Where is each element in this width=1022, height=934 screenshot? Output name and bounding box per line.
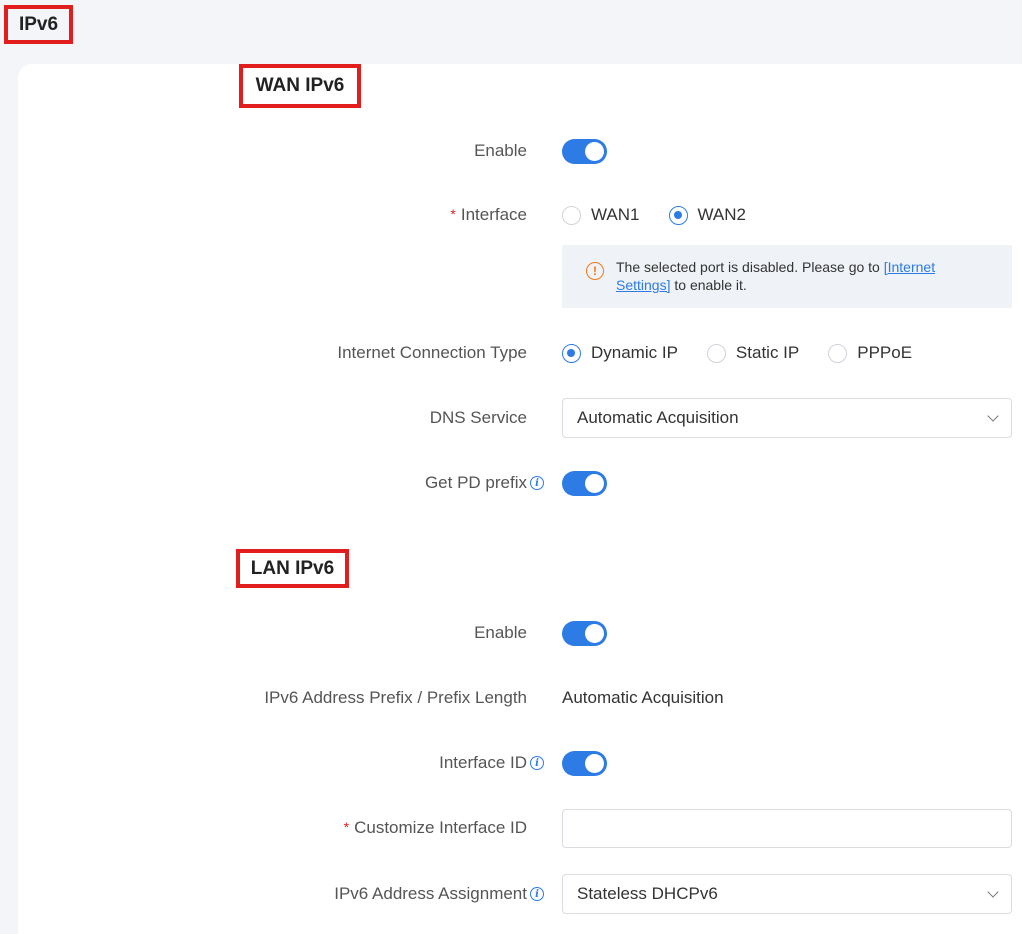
radio-dynamic-ip-circle[interactable] [562, 343, 581, 363]
dns-service-row: DNS Service Automatic Acquisition [0, 398, 1022, 438]
wan-enable-toggle[interactable] [562, 138, 607, 164]
required-mark: * [450, 206, 456, 222]
custom-interface-id-label: * Customize Interface ID [344, 808, 527, 848]
radio-pppoe[interactable]: PPPoE [828, 343, 912, 363]
radio-wan2[interactable]: WAN2 [668, 205, 747, 225]
info-icon[interactable]: i [530, 476, 544, 490]
lan-section-title: LAN IPv6 [236, 549, 349, 588]
custom-interface-id-row: * Customize Interface ID [0, 808, 1022, 848]
radio-static-ip-label: Static IP [735, 343, 800, 362]
lan-enable-row: Enable [0, 613, 1022, 653]
wan-enable-row: Enable [0, 131, 1022, 171]
wan-enable-label: Enable [474, 141, 527, 160]
radio-pppoe-circle[interactable] [828, 343, 848, 363]
radio-wan2-circle[interactable] [668, 205, 688, 225]
pd-prefix-label: Get PD prefix i [425, 463, 544, 503]
notice-text-before: The selected port is disabled. Please go… [616, 259, 884, 275]
pd-prefix-toggle[interactable] [562, 470, 607, 496]
wan-interface-label: * Interface [450, 195, 527, 235]
radio-static-ip[interactable]: Static IP [706, 343, 800, 363]
wan-section-title: WAN IPv6 [239, 64, 361, 108]
radio-dynamic-ip-label: Dynamic IP [591, 343, 678, 362]
port-disabled-notice: ! The selected port is disabled. Please … [562, 245, 1012, 308]
radio-static-ip-circle[interactable] [706, 343, 726, 363]
interface-id-label: Interface ID i [439, 743, 544, 783]
address-assignment-value: Stateless DHCPv6 [577, 884, 718, 903]
chevron-down-icon [987, 410, 999, 422]
custom-interface-id-label-text: Customize Interface ID [354, 818, 527, 837]
radio-wan1[interactable]: WAN1 [562, 205, 640, 225]
radio-wan2-label: WAN2 [697, 205, 747, 224]
connection-type-radio-group: Dynamic IP Static IP PPPoE [562, 333, 941, 373]
connection-type-row: Internet Connection Type Dynamic IP Stat… [0, 333, 1022, 373]
wan-interface-radio-group: WAN1 WAN2 [562, 195, 775, 235]
info-icon[interactable]: i [530, 756, 544, 770]
address-assignment-select[interactable]: Stateless DHCPv6 [562, 874, 1012, 914]
page-title: IPv6 [4, 5, 73, 44]
address-assignment-label-text: IPv6 Address Assignment [334, 884, 527, 903]
lan-enable-toggle[interactable] [562, 620, 607, 646]
dns-service-select[interactable]: Automatic Acquisition [562, 398, 1012, 438]
pd-prefix-row: Get PD prefix i [0, 463, 1022, 503]
interface-id-row: Interface ID i [0, 743, 1022, 783]
prefix-value: Automatic Acquisition [562, 688, 724, 707]
radio-pppoe-label: PPPoE [857, 343, 913, 362]
interface-id-label-text: Interface ID [439, 753, 527, 772]
notice-text-after: to enable it. [670, 277, 747, 293]
chevron-down-icon [987, 886, 999, 898]
info-icon[interactable]: i [530, 887, 544, 901]
required-mark: * [343, 819, 350, 835]
prefix-row: IPv6 Address Prefix / Prefix Length Auto… [0, 678, 1022, 718]
custom-interface-id-input[interactable] [562, 808, 1012, 848]
lan-enable-label: Enable [474, 623, 527, 642]
toggle-knob [585, 141, 604, 161]
interface-id-toggle[interactable] [562, 750, 607, 776]
radio-dynamic-ip[interactable]: Dynamic IP [562, 343, 678, 363]
radio-wan1-label: WAN1 [591, 205, 640, 224]
wan-interface-label-text: Interface [460, 205, 527, 224]
address-assignment-label: IPv6 Address Assignment i [334, 874, 544, 914]
connection-type-label: Internet Connection Type [337, 343, 527, 362]
wan-interface-row: * Interface WAN1 WAN2 [0, 195, 1022, 235]
pd-prefix-label-text: Get PD prefix [424, 473, 527, 492]
toggle-knob [585, 623, 604, 643]
dns-service-label: DNS Service [429, 408, 527, 427]
dns-service-value: Automatic Acquisition [577, 408, 739, 427]
prefix-label: IPv6 Address Prefix / Prefix Length [264, 688, 527, 707]
warning-icon: ! [586, 262, 604, 280]
toggle-knob [585, 473, 604, 493]
address-assignment-row: IPv6 Address Assignment i Stateless DHCP… [0, 874, 1022, 914]
radio-wan1-circle[interactable] [562, 205, 581, 225]
toggle-knob [585, 753, 604, 773]
